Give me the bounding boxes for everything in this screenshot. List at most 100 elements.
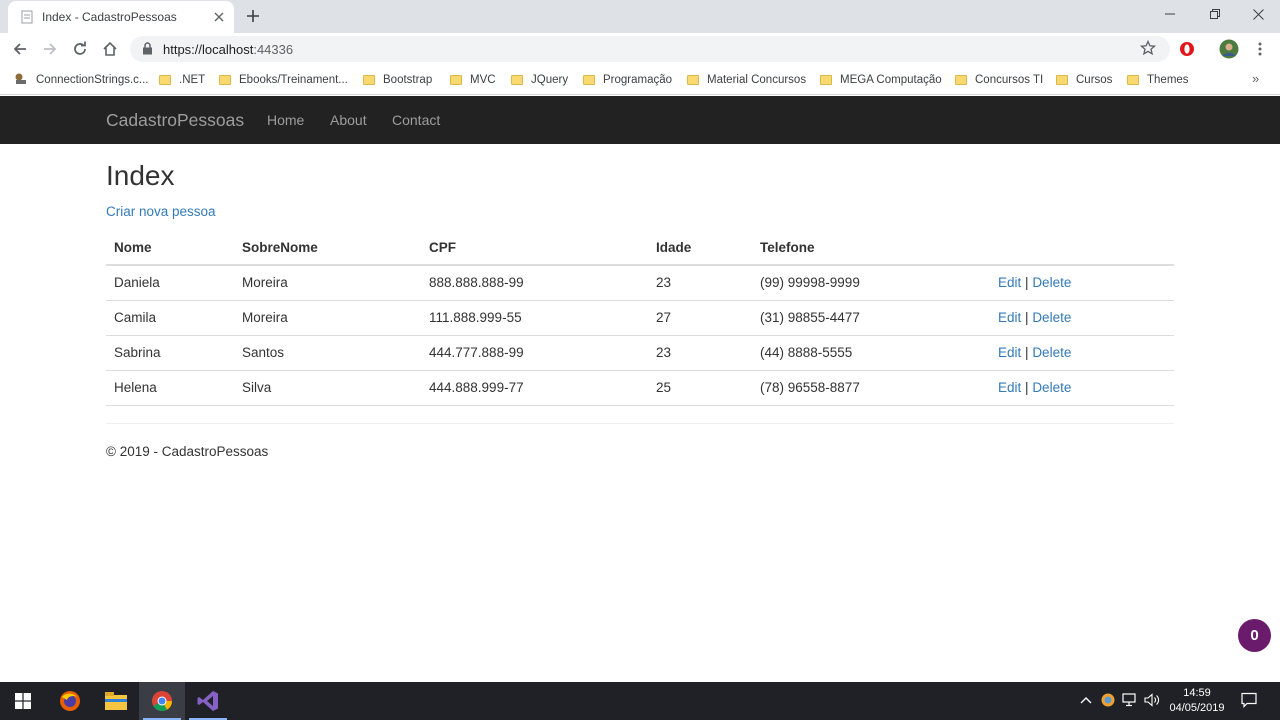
bookmark-item[interactable]: .NET: [159, 71, 205, 89]
windows-start-icon[interactable]: [0, 682, 46, 720]
folder-icon: [820, 75, 832, 85]
cell-cpf: 444.777.888-99: [421, 335, 648, 371]
cell-nome: Camila: [106, 300, 234, 336]
bookmark-label: JQuery: [531, 74, 569, 86]
connection-icon: [14, 72, 28, 89]
opera-extension-icon[interactable]: [1177, 39, 1197, 59]
bookmark-label: Themes: [1147, 74, 1189, 86]
bookmark-label: Cursos: [1076, 74, 1113, 86]
edit-link[interactable]: Edit: [998, 380, 1021, 395]
taskbar-clock[interactable]: 14:59 04/05/2019: [1164, 686, 1230, 716]
bookmark-label: MEGA Computação: [840, 74, 942, 86]
bookmark-star-icon[interactable]: [1139, 39, 1157, 61]
chevron-up-icon[interactable]: [1078, 692, 1094, 708]
column-header-actions: [990, 230, 1174, 266]
restore-icon[interactable]: [1193, 0, 1237, 28]
delete-link[interactable]: Delete: [1032, 310, 1071, 325]
url-text: https://localhost:44336: [163, 42, 294, 57]
reload-icon[interactable]: [68, 37, 92, 61]
minimize-icon[interactable]: [1148, 0, 1192, 28]
menu-kebab-icon[interactable]: [1250, 39, 1270, 59]
action-separator: |: [1025, 345, 1029, 360]
cell-telefone: (31) 98855-4477: [752, 300, 990, 336]
edit-link[interactable]: Edit: [998, 310, 1021, 325]
page-icon: [20, 10, 34, 24]
bookmark-item[interactable]: Programação: [583, 71, 672, 89]
table-header-row: Nome SobreNome CPF Idade Telefone: [106, 230, 1174, 266]
network-icon[interactable]: [1122, 692, 1138, 708]
bookmark-item[interactable]: Ebooks/Treinament...: [219, 71, 348, 89]
folder-icon: [1056, 75, 1068, 85]
bookmarks-overflow-icon[interactable]: »: [1252, 71, 1259, 86]
cell-idade: 27: [648, 300, 752, 336]
bookmark-item[interactable]: MEGA Computação: [820, 71, 942, 89]
bookmark-item[interactable]: MVC: [450, 71, 496, 89]
bookmark-item[interactable]: Concursos TI: [955, 71, 1043, 89]
chrome-icon[interactable]: [139, 682, 185, 720]
action-center-icon[interactable]: [1241, 692, 1257, 708]
page-footer: © 2019 - CadastroPessoas: [106, 444, 269, 459]
cell-nome: Sabrina: [106, 335, 234, 371]
cell-actions: Edit | Delete: [990, 300, 1174, 336]
bookmark-label: ConnectionStrings.c...: [36, 74, 149, 86]
bookmark-item[interactable]: Bootstrap: [363, 71, 432, 89]
bookmark-item[interactable]: ConnectionStrings.c...: [14, 71, 149, 89]
cell-nome: Helena: [106, 370, 234, 406]
folder-icon: [583, 75, 595, 85]
volume-icon[interactable]: [1144, 692, 1160, 708]
people-table: Nome SobreNome CPF Idade Telefone Daniel…: [106, 230, 1174, 406]
bookmark-item[interactable]: JQuery: [511, 71, 568, 89]
cell-sobrenome: Santos: [234, 335, 421, 371]
create-person-link[interactable]: Criar nova pessoa: [106, 204, 216, 219]
clock-date: 04/05/2019: [1169, 702, 1225, 714]
back-icon[interactable]: [8, 37, 32, 61]
bookmark-item[interactable]: Material Concursos: [687, 71, 806, 89]
cell-sobrenome: Silva: [234, 370, 421, 406]
bookmark-label: Concursos TI: [975, 74, 1044, 86]
bookmark-label: Programação: [603, 74, 673, 86]
edit-link[interactable]: Edit: [998, 345, 1021, 360]
firefox-icon[interactable]: [47, 682, 93, 720]
bookmark-label: MVC: [470, 74, 496, 86]
tab-title: Index - CadastroPessoas: [42, 10, 177, 24]
edit-link[interactable]: Edit: [998, 275, 1021, 290]
nav-link-about[interactable]: About: [330, 112, 367, 128]
cell-cpf: 111.888.999-55: [421, 300, 648, 336]
cell-sobrenome: Moreira: [234, 300, 421, 336]
profile-avatar[interactable]: [1219, 39, 1239, 59]
browser-tab[interactable]: Index - CadastroPessoas: [8, 1, 234, 33]
bookmark-item[interactable]: Themes: [1127, 71, 1189, 89]
cell-cpf: 888.888.888-99: [421, 265, 648, 301]
column-header-nome: Nome: [106, 230, 234, 266]
cell-actions: Edit | Delete: [990, 265, 1174, 301]
lock-icon: [142, 42, 153, 60]
notification-badge[interactable]: 0: [1238, 619, 1271, 652]
home-icon[interactable]: [98, 37, 122, 61]
clock-time: 14:59: [1183, 687, 1211, 699]
visual-studio-icon[interactable]: [185, 682, 231, 720]
address-bar[interactable]: https://localhost:44336: [130, 36, 1170, 62]
forward-icon[interactable]: [38, 37, 62, 61]
nav-link-contact[interactable]: Contact: [392, 112, 440, 128]
bookmark-item[interactable]: Cursos: [1056, 71, 1112, 89]
navbar-brand[interactable]: CadastroPessoas: [106, 110, 244, 131]
cell-nome: Daniela: [106, 265, 234, 301]
new-tab-icon[interactable]: [243, 6, 263, 26]
delete-link[interactable]: Delete: [1032, 275, 1071, 290]
nav-link-home[interactable]: Home: [267, 112, 304, 128]
close-tab-icon[interactable]: [210, 8, 228, 26]
delete-link[interactable]: Delete: [1032, 380, 1071, 395]
tray-app-icon[interactable]: [1100, 692, 1116, 708]
bookmark-label: Material Concursos: [707, 74, 807, 86]
browser-toolbar: https://localhost:44336: [0, 33, 1280, 65]
table-row: Daniela Moreira 888.888.888-99 23 (99) 9…: [106, 265, 1174, 301]
column-header-cpf: CPF: [421, 230, 648, 266]
folder-icon: [363, 75, 375, 85]
close-window-icon[interactable]: [1236, 0, 1280, 28]
bookmark-label: .NET: [179, 74, 206, 86]
folder-icon: [955, 75, 967, 85]
folder-icon: [219, 75, 231, 85]
folder-icon: [687, 75, 699, 85]
file-explorer-icon[interactable]: [93, 682, 139, 720]
delete-link[interactable]: Delete: [1032, 345, 1071, 360]
